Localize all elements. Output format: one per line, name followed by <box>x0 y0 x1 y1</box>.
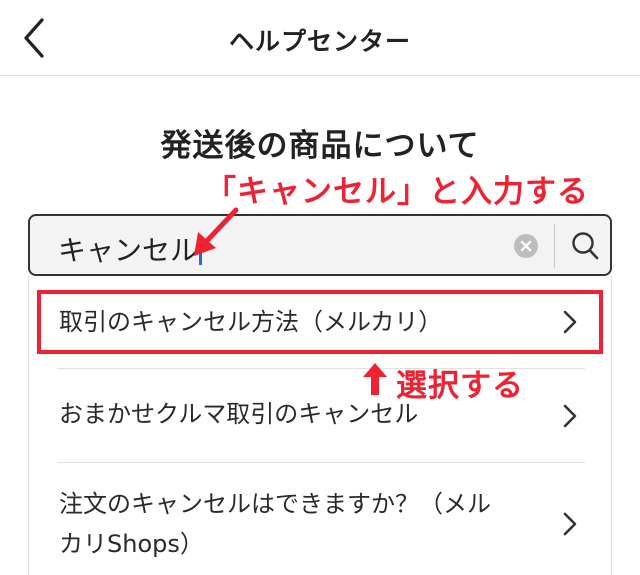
search-value: キャンセル <box>58 234 199 267</box>
clear-x-glyph <box>520 240 532 252</box>
header-title: ヘルプセンター <box>228 27 411 56</box>
clear-icon[interactable] <box>514 234 538 258</box>
annotation-arrow-down-left-icon <box>194 207 239 256</box>
app-header: ヘルプセンター <box>0 0 640 76</box>
suggestion-item[interactable]: 注文のキャンセルはできますか？（メル カリShops） <box>29 470 613 570</box>
search-divider <box>554 224 555 268</box>
page-title: 発送後の商品について <box>160 128 480 164</box>
suggestion-label: おまかせクルマ取引のキャンセル <box>59 400 419 428</box>
suggestion-item[interactable]: おまかせクルマ取引のキャンセル <box>29 376 613 454</box>
annotation-highlight-box <box>37 290 603 354</box>
suggestion-label-line2: カリShops） <box>59 530 204 558</box>
annotation-arrow-up-icon <box>363 363 387 395</box>
search-icon[interactable] <box>570 230 600 262</box>
annotation-select-instruction: 選択する <box>396 368 524 404</box>
magnifier-glyph <box>572 232 599 260</box>
chevron-right-icon <box>563 404 577 428</box>
row-divider <box>57 462 585 463</box>
search-input[interactable]: キャンセル <box>28 214 612 276</box>
annotation-type-instruction: 「キャンセル」と入力する <box>205 174 589 210</box>
chevron-right-icon <box>563 512 577 536</box>
search-input-text: キャンセル <box>58 229 203 269</box>
suggestion-label-line1: 注文のキャンセルはできますか？（メル <box>59 490 491 518</box>
